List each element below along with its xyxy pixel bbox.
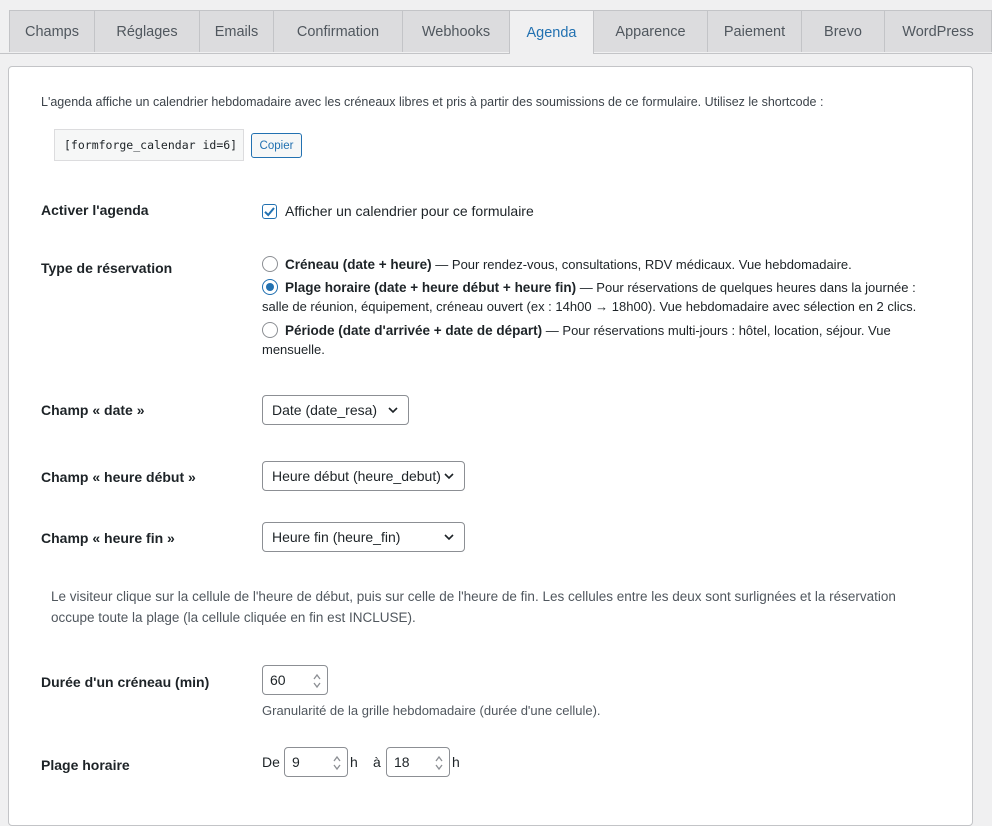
tab-label: Brevo [824, 23, 862, 40]
tab-emails[interactable]: Emails [199, 10, 274, 52]
tab-label: Réglages [116, 23, 178, 40]
spinner-icon[interactable] [312, 672, 322, 690]
click-note: Le visiteur clique sur la cellule de l'h… [51, 586, 896, 628]
click-note-line-2: occupe toute la plage (la cellule cliqué… [51, 610, 416, 625]
time-range-from-input[interactable]: 9 [284, 747, 348, 777]
option-creneau[interactable]: Créneau (date + heure) — Pour rendez-vou… [285, 255, 852, 274]
option-title: Plage horaire (date + heure début + heur… [285, 280, 577, 295]
enable-checkbox-label[interactable]: Afficher un calendrier pour ce formulair… [285, 203, 534, 219]
enable-label: Activer l'agenda [41, 202, 149, 218]
option-periode-desc-2: mensuelle. [262, 342, 325, 357]
tab-apparence[interactable]: Apparence [593, 10, 708, 52]
input-value: 60 [270, 672, 286, 688]
tab-label: Webhooks [421, 23, 491, 40]
tab-label: Apparence [615, 23, 686, 40]
option-periode[interactable]: Période (date d'arrivée + date de départ… [285, 321, 891, 340]
tab-label: Confirmation [296, 23, 380, 40]
field-start-select[interactable]: Heure début (heure_debut) [262, 461, 465, 491]
time-range-to-label: à [373, 754, 381, 770]
time-range-to-unit: h [452, 754, 460, 770]
tab-label: Champs [25, 23, 79, 40]
input-value: 9 [292, 754, 300, 770]
tab-label: Paiement [723, 23, 786, 40]
time-range-label: Plage horaire [41, 757, 130, 773]
tab-brevo[interactable]: Brevo [801, 10, 885, 52]
select-value: Date (date_resa) [272, 402, 378, 418]
tab-label: WordPress [902, 23, 974, 40]
field-date-label: Champ « date » [41, 402, 145, 418]
time-range-from-unit: h [350, 754, 358, 770]
checkmark-icon [264, 207, 275, 217]
option-plage-horaire[interactable]: Plage horaire (date + heure début + heur… [285, 278, 916, 297]
slot-duration-label: Durée d'un créneau (min) [41, 674, 210, 690]
tab-label: Agenda [526, 24, 577, 41]
settings-tabs: Champs Réglages Emails Confirmation Webh… [0, 0, 992, 54]
tab-reglages[interactable]: Réglages [94, 10, 200, 52]
spinner-icon[interactable] [332, 754, 342, 772]
option-plage-horaire-desc-2: salle de réunion, équipement, créneau ou… [262, 299, 917, 314]
chevron-down-icon [444, 473, 454, 480]
input-value: 18 [394, 754, 410, 770]
chevron-down-icon [444, 534, 454, 541]
select-value: Heure début (heure_debut) [272, 468, 441, 484]
radio-periode[interactable] [262, 322, 278, 338]
option-desc: — Pour rendez-vous, consultations, RDV m… [431, 257, 852, 272]
radio-plage-horaire[interactable] [262, 279, 278, 295]
copy-button[interactable]: Copier [251, 133, 302, 158]
time-range-from-label: De [262, 754, 280, 770]
radio-creneau[interactable] [262, 256, 278, 272]
tab-champs[interactable]: Champs [9, 10, 95, 52]
chevron-down-icon [388, 407, 398, 414]
slot-duration-input[interactable]: 60 [262, 665, 328, 695]
tab-label: Emails [214, 23, 259, 40]
tab-agenda[interactable]: Agenda [509, 10, 594, 54]
option-title: Période (date d'arrivée + date de départ… [285, 323, 543, 338]
select-value: Heure fin (heure_fin) [272, 529, 401, 545]
field-end-label: Champ « heure fin » [41, 530, 175, 546]
option-desc: — Pour réservations multi-jours : hôtel,… [542, 323, 891, 338]
option-title: Créneau (date + heure) [285, 257, 432, 272]
tab-confirmation[interactable]: Confirmation [273, 10, 403, 52]
reservation-type-label: Type de réservation [41, 260, 173, 276]
time-range-to-input[interactable]: 18 [386, 747, 450, 777]
tab-webhooks[interactable]: Webhooks [402, 10, 510, 52]
intro-text: L'agenda affiche un calendrier hebdomada… [41, 95, 824, 109]
enable-checkbox[interactable] [262, 204, 277, 219]
agenda-settings-panel: L'agenda affiche un calendrier hebdomada… [8, 66, 973, 826]
tab-paiement[interactable]: Paiement [707, 10, 802, 52]
tab-wordpress[interactable]: WordPress [884, 10, 992, 52]
field-end-select[interactable]: Heure fin (heure_fin) [262, 522, 465, 552]
shortcode-box: [formforge_calendar id=6] [54, 129, 244, 161]
click-note-line-1: Le visiteur clique sur la cellule de l'h… [51, 589, 896, 604]
slot-duration-help: Granularité de la grille hebdomadaire (d… [262, 703, 601, 718]
spinner-icon[interactable] [434, 754, 444, 772]
field-start-label: Champ « heure début » [41, 469, 196, 485]
field-date-select[interactable]: Date (date_resa) [262, 395, 409, 425]
option-desc: — Pour réservations de quelques heures d… [576, 280, 916, 295]
